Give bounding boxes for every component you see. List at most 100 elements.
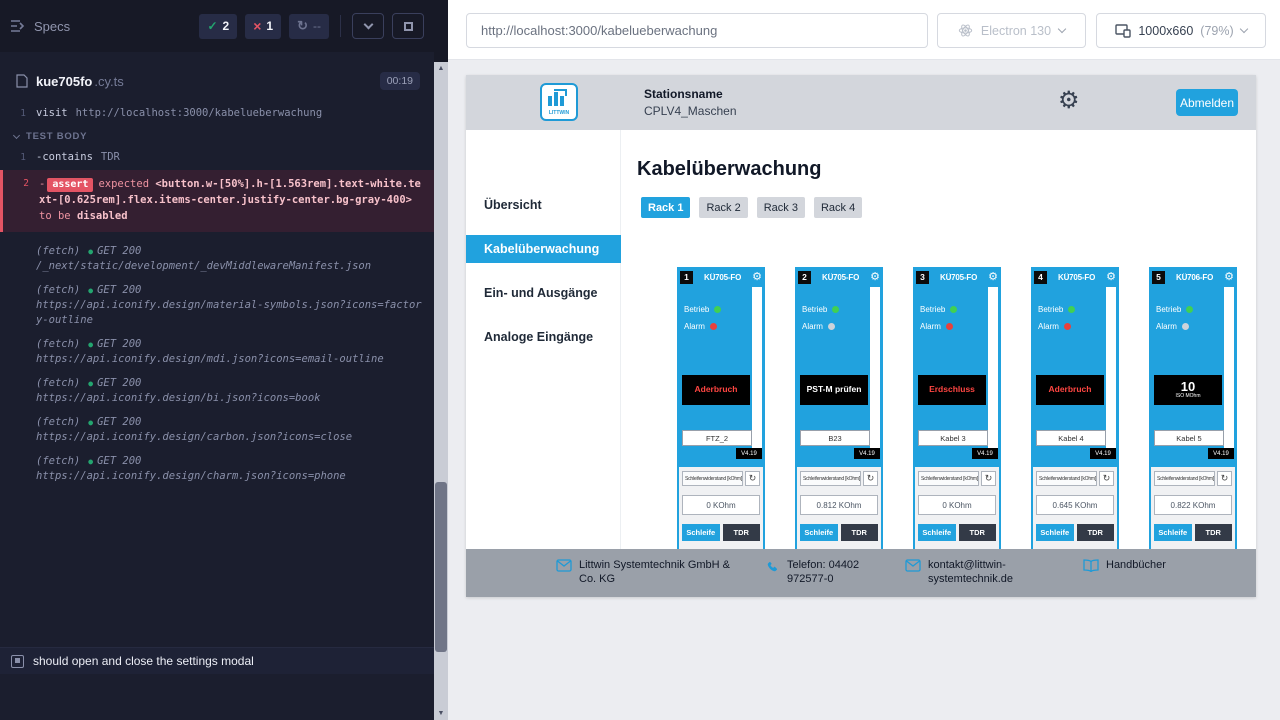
browser-selector[interactable]: Electron 130 [937,13,1086,48]
scrollbar-thumb[interactable] [435,482,447,652]
fetch-log-entry[interactable]: (fetch)●GET 200 https://api.iconify.desi… [0,376,434,406]
tab-rack-1[interactable]: Rack 1 [641,197,690,218]
stop-button[interactable] [392,13,424,39]
device-model-label: KÜ706-FO [1168,273,1221,282]
station-value: CPLV4_Maschen [644,104,737,118]
loop-resistance-panel: Schleifenwiderstand [kOhm] ↻ 0.645 KOhm … [1033,467,1117,555]
phone-icon [765,559,780,579]
refresh-icon[interactable]: ↻ [1099,471,1114,486]
collapse-button[interactable] [352,13,384,39]
spec-ext: .cy.ts [94,74,123,89]
book-icon [1083,559,1099,577]
sidebar-item-uebersicht[interactable]: Übersicht [466,191,621,219]
scrollbar-up-arrow[interactable]: ▲ [434,62,448,75]
device-settings-icon[interactable]: ⚙ [1106,272,1116,283]
specs-toggle-icon[interactable] [10,19,26,33]
loop-resistance-value: 0.812 KOhm [800,495,878,515]
refresh-icon[interactable]: ↻ [745,471,760,486]
assert-badge: assert [47,178,93,192]
status-text: Aderbruch [1049,385,1092,394]
cable-name-field[interactable]: FTZ_2 [682,430,752,446]
scrollbar-track[interactable]: ▲ ▼ [434,62,448,720]
aut-stage: LITTWIN Stationsname CPLV4_Maschen ⚙ Abm… [448,60,1280,720]
command-visit[interactable]: 1 visit http://localhost:3000/kabelueber… [0,104,434,123]
refresh-icon[interactable]: ↻ [981,471,996,486]
sidebar-item-analoge-eingaenge[interactable]: Analoge Eingänge [466,323,621,351]
footer-handbuecher[interactable]: Handbücher [1083,558,1166,577]
spec-file-row[interactable]: kue705fo .cy.ts 00:19 [8,62,428,100]
device-settings-icon[interactable]: ⚙ [870,272,880,283]
fetch-log-entry[interactable]: (fetch)●GET 200 https://api.iconify.desi… [0,454,434,484]
status-display: Aderbruch [1036,375,1104,405]
cable-name-field[interactable]: Kabel 3 [918,430,988,446]
address-bar[interactable]: http://localhost:3000/kabelueberwachung [466,13,928,48]
sidebar-item-kabelueberwachung[interactable]: Kabelüberwachung [466,235,621,263]
chevron-down-icon [13,131,20,138]
sidebar-item-ein-ausgaenge[interactable]: Ein- und Ausgänge [466,279,621,307]
status-text: Erdschluss [929,385,975,394]
tdr-button[interactable]: TDR [841,524,879,541]
status-dot-icon: ● [88,247,93,256]
specs-label: Specs [34,19,70,34]
device-settings-icon[interactable]: ⚙ [752,272,762,283]
cable-name-field[interactable]: Kabel 5 [1154,430,1224,446]
betrieb-led [714,306,721,313]
alarm-led [1064,323,1071,330]
header-divider [340,15,341,37]
pending-count: ↻ -- [289,14,329,39]
loop-resistance-value: 0.822 KOhm [1154,495,1232,515]
status-dot-icon: ● [88,286,93,295]
alarm-label: Alarm [802,322,823,331]
refresh-icon[interactable]: ↻ [1217,471,1232,486]
status-dot-icon: ● [88,457,93,466]
tab-rack-4[interactable]: Rack 4 [814,197,862,218]
fetch-log-entry[interactable]: (fetch)●GET 200 https://api.iconify.desi… [0,337,434,367]
fetch-log-entry[interactable]: (fetch)●GET 200 https://api.iconify.desi… [0,415,434,445]
betrieb-label: Betrieb [920,305,945,314]
cable-name-field[interactable]: B23 [800,430,870,446]
tab-rack-2[interactable]: Rack 2 [699,197,747,218]
loop-resistance-label: Schleifenwiderstand [kOhm] [1036,471,1097,486]
device-model-label: KÜ705-FO [814,273,867,282]
refresh-icon[interactable]: ↻ [863,471,878,486]
failed-assert-command[interactable]: 2 -assertexpected <button.w-[50%].h-[1.5… [0,170,434,232]
tdr-button[interactable]: TDR [723,524,761,541]
footer-phone[interactable]: Telefon: 04402 972577-0 [765,558,890,586]
email-icon [556,559,572,577]
app-sidebar: Übersicht Kabelüberwachung Ein- und Ausg… [466,130,621,549]
betrieb-label: Betrieb [802,305,827,314]
tdr-button[interactable]: TDR [959,524,997,541]
schleife-button[interactable]: Schleife [1154,524,1192,541]
device-settings-icon[interactable]: ⚙ [988,272,998,283]
electron-icon [958,23,973,38]
tdr-button[interactable]: TDR [1077,524,1115,541]
schleife-button[interactable]: Schleife [800,524,838,541]
device-model-label: KÜ705-FO [1050,273,1103,282]
fetch-log-entry[interactable]: (fetch)●GET 200 /_next/static/developmen… [0,244,434,274]
cable-name-field[interactable]: Kabel 4 [1036,430,1106,446]
viewport-selector[interactable]: 1000x660 (79%) [1096,13,1266,48]
test-body-section[interactable]: TEST BODY [0,123,434,148]
schleife-button[interactable]: Schleife [918,524,956,541]
logout-button[interactable]: Abmelden [1176,89,1238,116]
scrollbar-down-arrow[interactable]: ▼ [434,707,448,720]
runner-scrollbar[interactable]: ▲ ▼ [434,0,448,720]
settings-gear-icon[interactable]: ⚙ [1058,89,1080,113]
command-log: 1 visit http://localhost:3000/kabelueber… [0,104,434,646]
device-number-badge: 1 [680,271,693,284]
tdr-button[interactable]: TDR [1195,524,1233,541]
schleife-button[interactable]: Schleife [1036,524,1074,541]
next-test-row[interactable]: should open and close the settings modal [0,647,434,674]
loop-resistance-panel: Schleifenwiderstand [kOhm] ↻ 0 KOhm Schl… [915,467,999,555]
betrieb-led [950,306,957,313]
fetch-log-entry[interactable]: (fetch)●GET 200 https://api.iconify.desi… [0,283,434,328]
loop-resistance-value: 0 KOhm [682,495,760,515]
alarm-led [946,323,953,330]
footer-mail[interactable]: kontakt@littwin-systemtechnik.de [905,558,1040,586]
schleife-button[interactable]: Schleife [682,524,720,541]
status-display: PST-M prüfen [800,375,868,405]
device-number-badge: 5 [1152,271,1165,284]
command-contains[interactable]: 1 -contains TDR [0,148,434,167]
device-settings-icon[interactable]: ⚙ [1224,272,1234,283]
tab-rack-3[interactable]: Rack 3 [757,197,805,218]
